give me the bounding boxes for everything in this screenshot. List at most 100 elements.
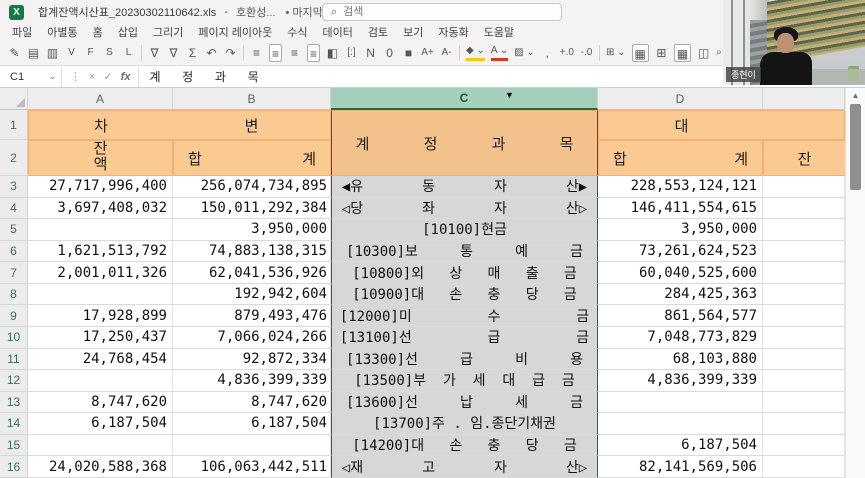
column-header-d[interactable]: D — [598, 88, 763, 110]
cell-d[interactable]: 7,048,773,829 — [598, 327, 763, 349]
cell-d1-credit-header[interactable]: 대 — [598, 110, 845, 140]
cell-c[interactable]: [13600]선 납 세 금 — [331, 392, 598, 414]
insert-function-icon[interactable]: fx — [121, 71, 131, 83]
row-header[interactable]: 6 — [0, 241, 28, 263]
tab-home[interactable]: 홈 — [93, 24, 103, 40]
freeze-panes-icon[interactable]: ▦ — [674, 44, 691, 62]
cell-d[interactable] — [598, 392, 763, 414]
cell-c1-account-title[interactable]: 계 정 과 목 — [331, 110, 598, 176]
cell-a[interactable]: 17,250,437 — [28, 327, 173, 349]
cell-a[interactable]: 24,020,588,368 — [28, 456, 173, 478]
cell-e[interactable] — [763, 435, 845, 457]
undo-icon[interactable]: ↶ — [205, 44, 218, 62]
tab-automate[interactable]: 자동화 — [438, 24, 468, 40]
cell-b[interactable]: 3,950,000 — [173, 219, 331, 241]
cell-d[interactable]: 73,261,624,523 — [598, 241, 763, 263]
cell-e[interactable] — [763, 305, 845, 327]
cell-d[interactable]: 284,425,363 — [598, 284, 763, 306]
cell-b[interactable]: 256,074,734,895 — [173, 176, 331, 198]
tab-page-layout[interactable]: 페이지 레이아웃 — [198, 24, 272, 40]
cell-d2-total-header[interactable]: 합 계 — [598, 140, 763, 176]
clear-filter-icon[interactable]: ∇ — [167, 44, 180, 62]
redo-icon[interactable]: ↷ — [224, 44, 237, 62]
comma-style-icon[interactable]: , — [541, 44, 554, 62]
row-header[interactable]: 11 — [0, 349, 28, 371]
cell-a[interactable]: 17,928,899 — [28, 305, 173, 327]
cell-e2-balance-header[interactable]: 잔 — [763, 140, 845, 176]
column-header-c-selected[interactable]: C — [331, 88, 598, 110]
align-right-icon[interactable]: ≡ — [288, 44, 301, 62]
fill-color-icon[interactable]: ◆ ⌄ — [466, 44, 485, 61]
cell-a[interactable] — [28, 284, 173, 306]
merge-cells-icon[interactable]: ⊞ — [655, 44, 668, 62]
borders-icon[interactable]: ⊞ ⌄ — [606, 44, 626, 62]
row-header[interactable]: 8 — [0, 284, 28, 306]
tab-formulas[interactable]: 수식 — [287, 24, 307, 40]
cancel-icon[interactable]: × — [89, 71, 95, 83]
cell-b[interactable]: 7,066,024,266 — [173, 327, 331, 349]
format-painter-icon[interactable]: ✎ — [8, 44, 21, 62]
cell-e[interactable] — [763, 370, 845, 392]
style-l-icon[interactable]: L — [122, 44, 135, 62]
cell-e[interactable] — [763, 284, 845, 306]
select-all-corner[interactable] — [0, 88, 28, 110]
cell-d[interactable]: 861,564,577 — [598, 305, 763, 327]
column-header-a[interactable]: A — [28, 88, 173, 110]
tab-help[interactable]: 도움말 — [484, 24, 514, 40]
brackets-icon[interactable]: [:] — [345, 44, 358, 62]
cell-e[interactable] — [763, 198, 845, 220]
row-header[interactable]: 13 — [0, 392, 28, 414]
font-color-icon[interactable]: A ⌄ — [491, 44, 508, 61]
cell-c[interactable]: [14200]대 손 충 당 금 — [331, 435, 598, 457]
cell-a[interactable]: 2,001,011,326 — [28, 262, 173, 284]
cell-a1-debit-header[interactable]: 차 변 — [28, 110, 331, 140]
cell-c[interactable]: [13700]주 . 임.종단기채권 — [331, 413, 598, 435]
merge-center-icon[interactable]: ▦ — [632, 44, 649, 62]
cell-d[interactable]: 6,187,504 — [598, 435, 763, 457]
increase-decimal-icon[interactable]: +.0 — [560, 44, 574, 62]
cell-b[interactable]: 6,187,504 — [173, 413, 331, 435]
scroll-up-icon[interactable]: ▲ — [846, 88, 865, 100]
tab-file[interactable]: 파일 — [12, 24, 32, 40]
cell-d[interactable]: 68,103,880 — [598, 349, 763, 371]
chevron-down-icon[interactable]: ⌄ — [48, 71, 56, 82]
column-header-b[interactable]: B — [173, 88, 331, 110]
cell-c[interactable]: [12000]미 수 금 — [331, 305, 598, 327]
row-header[interactable]: 16 — [0, 456, 28, 478]
cell-b[interactable]: 150,011,292,384 — [173, 198, 331, 220]
row-header[interactable]: 1 — [0, 110, 28, 140]
cell-d[interactable]: 82,141,569,506 — [598, 456, 763, 478]
black-box-icon[interactable]: ■ — [402, 44, 415, 62]
cell-a[interactable] — [28, 370, 173, 392]
cell-c[interactable]: [10300]보 통 예 금 — [331, 241, 598, 263]
cell-e[interactable] — [763, 349, 845, 371]
cell-d[interactable]: 60,040,525,600 — [598, 262, 763, 284]
no-format-icon[interactable]: N — [364, 44, 377, 62]
cell-c[interactable]: [13300]선 급 비 용 — [331, 349, 598, 371]
cell-c[interactable]: [13500]부 가 세 대 급 금 — [331, 370, 598, 392]
cell-c[interactable]: [10900]대 손 충 당 금 — [331, 284, 598, 306]
cell-c[interactable]: ◀유 동 자 산▶ — [331, 176, 598, 198]
cell-e[interactable] — [763, 219, 845, 241]
wrap-text-icon[interactable]: ≡ — [307, 44, 320, 62]
cell-a[interactable]: 1,621,513,792 — [28, 241, 173, 263]
cell-a[interactable] — [28, 435, 173, 457]
cell-c[interactable]: [10800]외 상 매 출 금 — [331, 262, 598, 284]
cell-b[interactable]: 106,063,442,511 — [173, 456, 331, 478]
cell-c[interactable]: ◁당 좌 자 산▷ — [331, 198, 598, 220]
zero-style-icon[interactable]: 0 — [383, 44, 396, 62]
cell-d[interactable]: 3,950,000 — [598, 219, 763, 241]
tab-insert[interactable]: 삽입 — [118, 24, 138, 40]
tab-review[interactable]: 검토 — [368, 24, 388, 40]
paste-icon[interactable]: ▤ — [27, 44, 40, 62]
vertical-scrollbar[interactable]: ▲ — [845, 88, 865, 478]
align-left-icon[interactable]: ≡ — [250, 44, 263, 62]
cell-b[interactable]: 4,836,399,339 — [173, 370, 331, 392]
cell-e[interactable] — [763, 241, 845, 263]
cell-b[interactable]: 879,493,476 — [173, 305, 331, 327]
row-header[interactable]: 10 — [0, 327, 28, 349]
fill-dark-icon[interactable]: ◧ — [326, 44, 339, 62]
row-header[interactable]: 14 — [0, 413, 28, 435]
align-center-icon[interactable]: ≡ — [269, 44, 282, 62]
cell-e[interactable] — [763, 413, 845, 435]
